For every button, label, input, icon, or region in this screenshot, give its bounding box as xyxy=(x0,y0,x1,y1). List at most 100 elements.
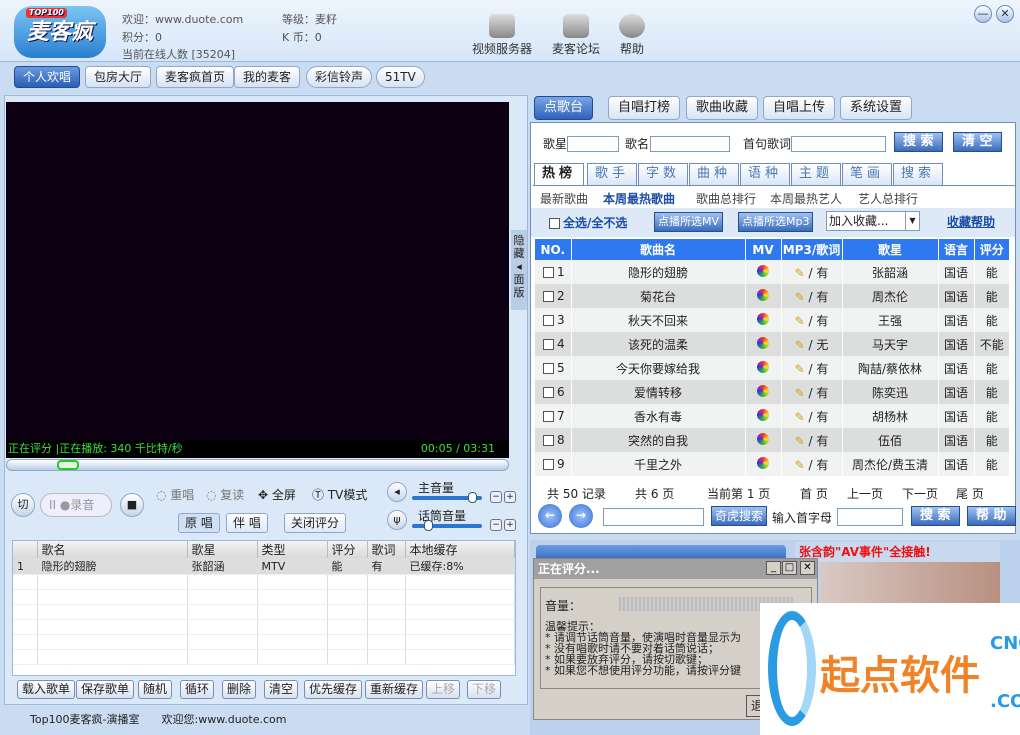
row-checkbox[interactable] xyxy=(543,315,554,326)
tab-favorites[interactable]: 歌曲收藏 xyxy=(686,96,759,120)
singer-input[interactable] xyxy=(567,136,619,152)
record-button[interactable]: II ●录音 xyxy=(40,493,112,517)
progress-handle[interactable] xyxy=(56,460,79,470)
row-checkbox[interactable] xyxy=(543,363,554,374)
nav-51tv[interactable]: 51TV xyxy=(376,66,425,88)
song-name[interactable]: 爱情转移 xyxy=(571,380,746,404)
shuffle-button[interactable]: 随机 xyxy=(138,680,173,699)
qihu-search-button[interactable]: 奇虎搜索 xyxy=(711,506,768,526)
mp3-icon[interactable]: ✎ xyxy=(795,290,805,304)
song-row[interactable]: 7 香水有毒 ✎ / 有 胡杨林 国语 能 xyxy=(535,404,1010,428)
priority-cache-button[interactable]: 优先缓存 xyxy=(304,680,363,699)
tab-self-rank[interactable]: 自唱打榜 xyxy=(608,96,681,120)
nav-home[interactable]: 麦客疯首页 xyxy=(156,66,235,88)
tab-settings[interactable]: 系统设置 xyxy=(840,96,913,120)
cat-tab-singer[interactable]: 歌手 xyxy=(587,163,637,185)
help-button[interactable]: 帮助 xyxy=(600,14,664,57)
play-selected-mv-button[interactable]: 点播所选MV xyxy=(654,212,724,232)
col-singer[interactable]: 歌星 xyxy=(187,541,258,558)
song-name[interactable]: 隐形的翅膀 xyxy=(571,260,746,284)
cat-tab-search[interactable]: 搜索 xyxy=(893,163,943,185)
song-row[interactable]: 2 菊花台 ✎ / 有 周杰伦 国语 能 xyxy=(535,284,1010,308)
col-cache[interactable]: 本地缓存 xyxy=(405,541,515,558)
song-name[interactable]: 秋天不回来 xyxy=(571,308,746,332)
tab-upload[interactable]: 自唱上传 xyxy=(763,96,836,120)
microphone-icon[interactable]: ψ xyxy=(387,510,407,530)
subtab-weekly-hot[interactable]: 本周最热歌曲 xyxy=(603,190,675,207)
col-song[interactable]: 歌名 xyxy=(37,541,188,558)
recache-button[interactable]: 重新缓存 xyxy=(365,680,424,699)
favorite-help-link[interactable]: 收藏帮助 xyxy=(947,213,995,230)
first-page-link[interactable]: 首 页 xyxy=(800,485,828,502)
close-score-button[interactable]: 关闭评分 xyxy=(284,513,347,533)
song-row[interactable]: 4 该死的温柔 ✎ / 无 马天宇 国语 不能 xyxy=(535,332,1010,356)
row-checkbox[interactable] xyxy=(543,291,554,302)
tab-song-request[interactable]: 点歌台 xyxy=(534,96,594,120)
forum-button[interactable]: 麦客论坛 xyxy=(544,14,608,57)
nav-personal-sing[interactable]: 个人欢唱 xyxy=(14,66,81,88)
song-name[interactable]: 千里之外 xyxy=(571,452,746,476)
subtab-newest[interactable]: 最新歌曲 xyxy=(540,190,588,207)
mp3-icon[interactable]: ✎ xyxy=(795,338,805,352)
lyric-input[interactable] xyxy=(791,136,886,152)
add-favorite-dropdown[interactable]: 加入收藏... ▼ xyxy=(826,211,920,231)
main-volume-up[interactable]: + xyxy=(504,491,516,503)
tv-mode-button[interactable]: Ⓣ TV模式 xyxy=(312,486,367,503)
row-checkbox[interactable] xyxy=(543,411,554,422)
close-button[interactable]: ✕ xyxy=(996,5,1014,23)
mv-icon[interactable] xyxy=(757,408,769,421)
initial-search-button[interactable]: 搜 索 xyxy=(911,506,960,526)
song-name[interactable]: 突然的自我 xyxy=(571,428,746,452)
mp3-icon[interactable]: ✎ xyxy=(795,434,805,448)
nav-ringtone[interactable]: 彩信铃声 xyxy=(306,66,373,88)
mic-volume-slider[interactable] xyxy=(412,520,482,531)
back-arrow-icon[interactable]: ← xyxy=(538,504,562,528)
song-name[interactable]: 该死的温柔 xyxy=(571,332,746,356)
mp3-icon[interactable]: ✎ xyxy=(795,314,805,328)
reread-button[interactable]: ◌ 复读 xyxy=(206,486,244,503)
main-volume-slider[interactable] xyxy=(412,492,482,503)
next-page-link[interactable]: 下一页 xyxy=(902,485,938,502)
mp3-icon[interactable]: ✎ xyxy=(795,386,805,400)
move-down-button[interactable]: 下移 xyxy=(467,680,502,699)
original-vocal-button[interactable]: 原 唱 xyxy=(178,513,220,533)
repeat-button[interactable]: ◌ 重唱 xyxy=(156,486,194,503)
nav-my-maike[interactable]: 我的麦客 xyxy=(234,66,301,88)
mp3-icon[interactable]: ✎ xyxy=(795,458,805,472)
cat-tab-theme[interactable]: 主题 xyxy=(791,163,841,185)
speaker-icon[interactable]: ◂ xyxy=(387,482,407,502)
subtab-total-rank[interactable]: 歌曲总排行 xyxy=(696,190,756,207)
row-checkbox[interactable] xyxy=(543,339,554,350)
prev-page-link[interactable]: 上一页 xyxy=(847,485,883,502)
mv-icon[interactable] xyxy=(757,456,769,469)
song-row[interactable]: 6 爱情转移 ✎ / 有 陈奕迅 国语 能 xyxy=(535,380,1010,404)
song-row[interactable]: 9 千里之外 ✎ / 有 周杰伦/费玉清 国语 能 xyxy=(535,452,1010,476)
save-list-button[interactable]: 保存歌单 xyxy=(76,680,135,699)
mv-icon[interactable] xyxy=(757,312,769,325)
last-page-link[interactable]: 尾 页 xyxy=(956,485,984,502)
mv-icon[interactable] xyxy=(757,264,769,277)
col-lyric[interactable]: 歌词 xyxy=(367,541,406,558)
mv-icon[interactable] xyxy=(757,288,769,301)
initial-input[interactable] xyxy=(837,508,903,526)
search-button[interactable]: 搜 索 xyxy=(894,132,943,152)
ad-image[interactable] xyxy=(820,562,1000,607)
delete-button[interactable]: 删除 xyxy=(222,680,257,699)
mic-volume-up[interactable]: + xyxy=(504,519,516,531)
mv-icon[interactable] xyxy=(757,360,769,373)
video-server-button[interactable]: 视频服务器 xyxy=(470,14,534,57)
song-name[interactable]: 今天你要嫁给我 xyxy=(571,356,746,380)
pager-help-button[interactable]: 帮 助 xyxy=(967,506,1016,526)
song-row[interactable]: 1 隐形的翅膀 ✎ / 有 张韶涵 国语 能 xyxy=(535,260,1010,284)
cat-tab-wordcount[interactable]: 字数 xyxy=(638,163,688,185)
hide-panel-toggle[interactable]: 隐藏◂面版 xyxy=(511,230,527,310)
cat-tab-language[interactable]: 语种 xyxy=(740,163,790,185)
dialog-close[interactable]: ✕ xyxy=(800,561,815,575)
forward-arrow-icon[interactable]: → xyxy=(569,504,593,528)
col-type[interactable]: 类型 xyxy=(257,541,328,558)
song-name[interactable]: 香水有毒 xyxy=(571,404,746,428)
main-volume-down[interactable]: − xyxy=(490,491,502,503)
mp3-icon[interactable]: ✎ xyxy=(795,410,805,424)
mic-volume-down[interactable]: − xyxy=(490,519,502,531)
row-checkbox[interactable] xyxy=(543,459,554,470)
